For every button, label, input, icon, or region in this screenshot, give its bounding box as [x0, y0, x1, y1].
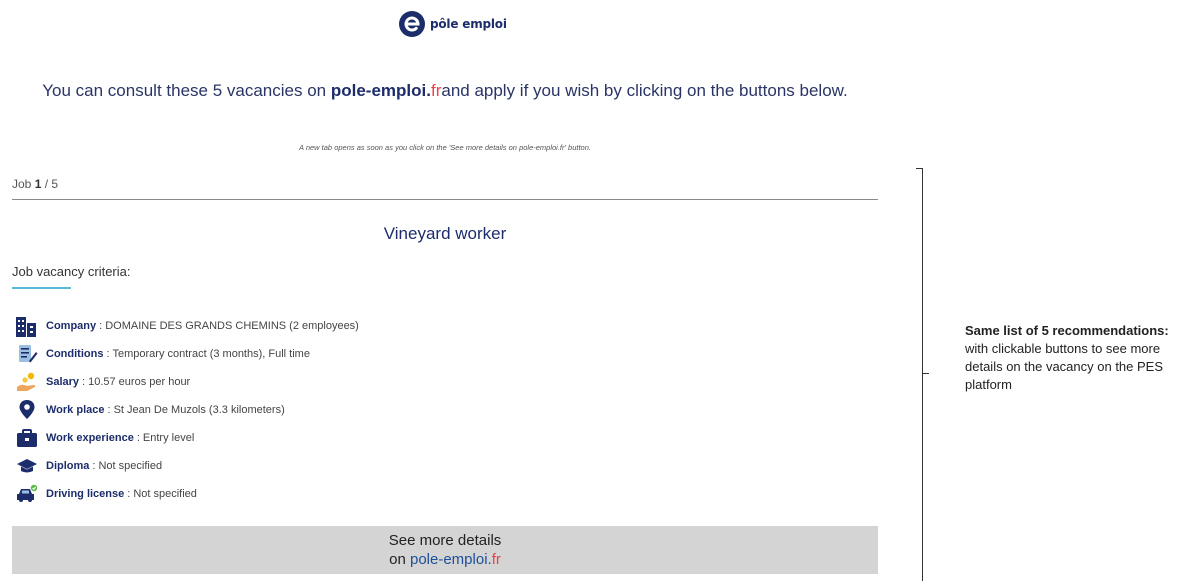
criteria-item-company: Company: DOMAINE DES GRANDS CHEMINS (2 em… [14, 312, 359, 340]
company-building-icon [14, 315, 40, 337]
criteria-item-conditions: Conditions: Temporary contract (3 months)… [14, 340, 359, 368]
job-divider [12, 199, 878, 200]
criteria-value-work-place: St Jean De Muzols (3.3 kilometers) [113, 404, 285, 416]
see-more-button-line2: on pole-emploi.fr [12, 550, 878, 569]
see-more-button-prefix: on [389, 551, 410, 568]
job-counter-label: Job [12, 177, 35, 191]
new-tab-note: A new tab opens as soon as you click on … [299, 143, 591, 152]
criteria-label-driving-license: Driving license [46, 488, 125, 500]
briefcase-icon [14, 427, 40, 449]
see-more-button-site: pole-emploi. [409, 551, 492, 568]
criteria-label-conditions: Conditions [46, 348, 104, 360]
pole-emploi-logo: pôle emploi [398, 9, 507, 39]
headline-brand-fr: fr [430, 81, 442, 100]
job-counter-total: 5 [51, 177, 59, 191]
job-title: Vineyard worker [383, 224, 507, 243]
headline-text-after: and apply if you wish by clicking on the… [441, 81, 848, 100]
criteria-value-work-experience: Entry level [142, 432, 195, 444]
criteria-item-driving-license: Driving license: Not specified [14, 480, 359, 508]
criteria-item-work-place: Work place: St Jean De Muzols (3.3 kilome… [14, 396, 359, 424]
map-pin-icon [14, 399, 40, 421]
criteria-sep-company: : [99, 320, 103, 332]
job-counter: Job 1 / 5 [12, 177, 58, 191]
job-counter-sep: / [41, 177, 52, 191]
headline-brand: pole-emploi.fr [331, 81, 442, 100]
criteria-value-salary: 10.57 euros per hour [88, 376, 191, 388]
criteria-label-diploma: Diploma [46, 460, 90, 472]
criteria-label-company: Company [46, 320, 97, 332]
annotation-bracket-tick [923, 373, 929, 374]
see-more-button-site-fr: fr [491, 551, 501, 568]
criteria-sep-conditions: : [106, 348, 110, 360]
pole-emploi-logo-icon [399, 11, 425, 37]
criteria-value-company: DOMAINE DES GRANDS CHEMINS (2 employees) [105, 320, 359, 332]
graduation-cap-icon [14, 455, 40, 477]
criteria-value-diploma: Not specified [98, 460, 163, 472]
intro-headline: You can consult these 5 vacancies on pol… [20, 80, 870, 101]
contract-document-icon [14, 343, 40, 365]
criteria-sep-diploma: : [92, 460, 96, 472]
criteria-label-work-experience: Work experience [46, 432, 134, 444]
annotation-note-body: with clickable buttons to see more detai… [965, 341, 1164, 392]
criteria-label-salary: Salary [46, 376, 80, 388]
criteria-label-work-place: Work place [46, 404, 105, 416]
annotation-note-title: Same list of 5 recommendations: [965, 323, 1169, 338]
headline-brand-domain: pole-emploi. [330, 81, 431, 100]
salary-hand-icon [14, 371, 40, 393]
car-icon [14, 483, 40, 505]
criteria-list: Company: DOMAINE DES GRANDS CHEMINS (2 em… [14, 312, 359, 508]
criteria-item-diploma: Diploma: Not specified [14, 452, 359, 480]
criteria-sep-work-place: : [107, 404, 111, 416]
criteria-item-work-experience: Work experience: Entry level [14, 424, 359, 452]
criteria-sep-work-experience: : [136, 432, 140, 444]
headline-text-before: You can consult these 5 vacancies on [42, 81, 331, 100]
criteria-item-salary: Salary:10.57 euros per hour [14, 368, 359, 396]
criteria-sep-driving-license: : [127, 488, 131, 500]
criteria-sep-salary: : [82, 376, 86, 388]
criteria-heading: Job vacancy criteria: [12, 264, 131, 279]
criteria-value-driving-license: Not specified [133, 488, 197, 500]
logo-text: pôle emploi [430, 17, 507, 31]
annotation-note: Same list of 5 recommendations: with cli… [965, 322, 1180, 394]
see-more-details-button[interactable]: See more details on pole-emploi.fr [12, 526, 878, 574]
criteria-heading-underline [12, 287, 71, 289]
criteria-value-conditions: Temporary contract (3 months), Full time [112, 348, 310, 360]
see-more-button-line1: See more details [388, 532, 502, 549]
annotation-bracket [922, 168, 923, 581]
